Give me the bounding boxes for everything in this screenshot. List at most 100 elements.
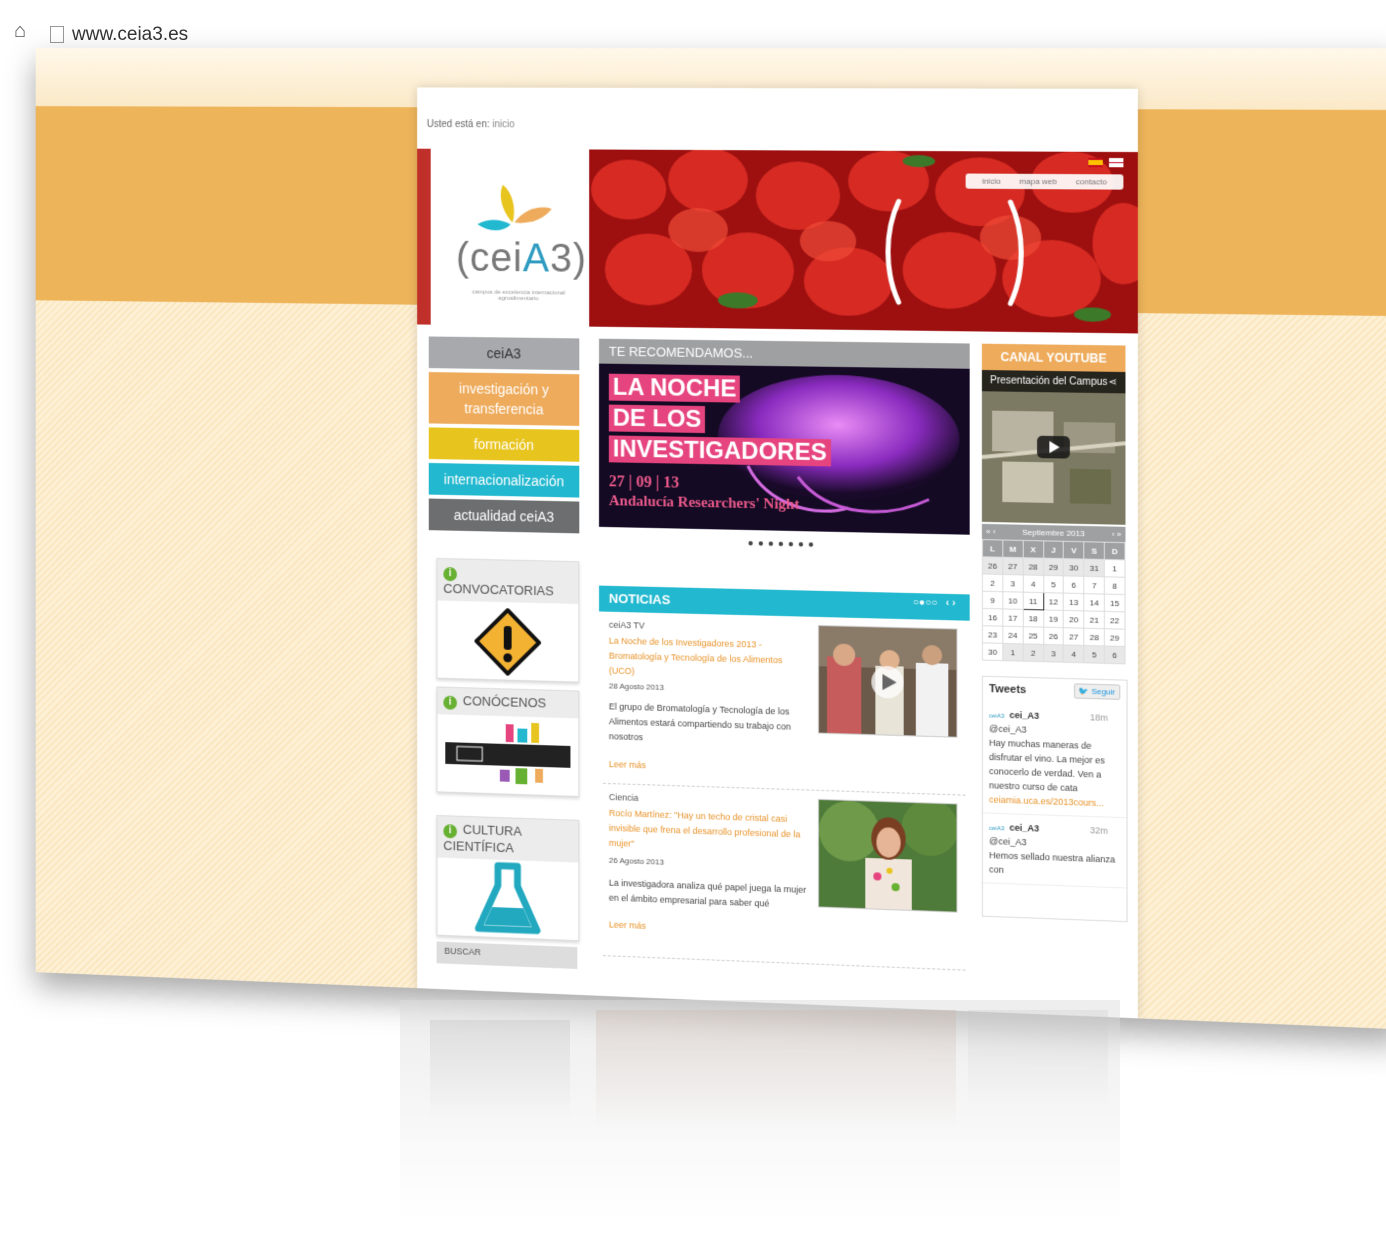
- tweet-author[interactable]: cei_A3: [1009, 822, 1039, 833]
- news-category: ceiA3 TV: [608, 619, 645, 631]
- calendar-day[interactable]: 30: [982, 642, 1003, 661]
- calendar-day[interactable]: 24: [1002, 626, 1023, 644]
- uk-flag-icon[interactable]: [1108, 158, 1124, 168]
- calendar-day[interactable]: 23: [982, 625, 1003, 644]
- calendar-day[interactable]: 5: [1083, 645, 1105, 664]
- news-date: 26 Agosto 2013: [608, 855, 664, 867]
- cultura-widget[interactable]: i CULTURA CIENTÍFICA: [436, 814, 580, 942]
- news-video-thumb[interactable]: [817, 624, 958, 738]
- convocatorias-title: CONVOCATORIAS: [443, 580, 554, 599]
- calendar-day[interactable]: 5: [1043, 575, 1064, 594]
- nav-ceia3[interactable]: ceiA3: [428, 336, 580, 371]
- calendar-day[interactable]: 20: [1063, 610, 1084, 629]
- calendar-day[interactable]: 22: [1104, 611, 1125, 630]
- news-title-link[interactable]: Rocío Martínez: "Hay un techo de cristal…: [609, 806, 808, 858]
- calendar-day[interactable]: 28: [1022, 557, 1044, 576]
- carousel-dots[interactable]: ●●●●●●●: [599, 535, 970, 554]
- nav-formacion[interactable]: formación: [428, 427, 580, 462]
- calendar-day[interactable]: 12: [1043, 592, 1064, 611]
- calendar-day[interactable]: 21: [1083, 610, 1105, 629]
- twitter-widget: Tweets 🐦 Seguir ceiA3 cei_A3 18m @cei_A3 …: [981, 675, 1128, 923]
- calendar-day[interactable]: 15: [1104, 594, 1125, 612]
- nav-investigacion[interactable]: investigación y transferencia: [428, 372, 580, 426]
- calendar-day[interactable]: 2: [1022, 643, 1044, 662]
- news-date: 28 Agosto 2013: [608, 681, 664, 692]
- tweet-link[interactable]: ceiamia.uca.es/2013cours...: [989, 794, 1104, 808]
- calendar-day[interactable]: 14: [1083, 593, 1105, 612]
- calendar-day[interactable]: 17: [1002, 608, 1023, 627]
- convocatorias-widget[interactable]: iCONVOCATORIAS: [436, 557, 580, 683]
- next-month-icon[interactable]: › »: [1112, 530, 1122, 539]
- calendar-day[interactable]: 13: [1063, 593, 1084, 611]
- info-icon: i: [443, 695, 457, 710]
- topnav-mapa-web[interactable]: mapa web: [1019, 177, 1057, 186]
- info-icon: i: [443, 567, 457, 582]
- logo-text: (ceiA3): [455, 235, 587, 281]
- calendar-day[interactable]: 7: [1083, 576, 1105, 595]
- calendar-day[interactable]: 25: [1022, 626, 1044, 645]
- calendar-day[interactable]: 29: [1104, 628, 1125, 647]
- calendar-day[interactable]: 4: [1063, 644, 1084, 663]
- calendar-day[interactable]: 19: [1043, 609, 1064, 628]
- browser-viewport: Usted está en: inicio (ceiA3) campus de …: [35, 47, 1386, 1030]
- play-icon[interactable]: [1037, 435, 1070, 459]
- calendar-day[interactable]: 1: [1002, 643, 1023, 662]
- nav-actualidad[interactable]: actualidad ceiA3: [428, 498, 580, 534]
- calendar-day[interactable]: 29: [1043, 558, 1064, 576]
- calendar-day[interactable]: 9: [982, 591, 1003, 609]
- calendar-day[interactable]: 16: [982, 608, 1003, 627]
- news-desc: El grupo de Bromatología y Tecnología de…: [608, 701, 791, 743]
- tweet-author[interactable]: cei_A3: [1009, 710, 1039, 721]
- twitter-bird-icon: 🐦: [1078, 686, 1090, 696]
- prev-month-icon[interactable]: « ‹: [986, 527, 996, 536]
- calendar-day[interactable]: 4: [1022, 574, 1044, 593]
- site-page: Usted está en: inicio (ceiA3) campus de …: [417, 87, 1138, 1019]
- left-nav: ceiA3 investigación y transferencia form…: [428, 336, 580, 537]
- calendar-day[interactable]: 1: [1104, 559, 1125, 578]
- topnav-contacto[interactable]: contacto: [1076, 177, 1107, 186]
- breadcrumb-current[interactable]: inicio: [492, 119, 514, 130]
- calendar-day[interactable]: 27: [1002, 557, 1023, 575]
- youtube-player[interactable]: Presentación del Campus ⋖: [981, 369, 1126, 525]
- calendar-day[interactable]: 18: [1022, 609, 1044, 628]
- calendar-day[interactable]: 6: [1104, 645, 1125, 664]
- youtube-widget: CANAL YOUTUBE Presentación del Campus ⋖: [981, 343, 1126, 525]
- calendar-day[interactable]: 30: [1063, 558, 1084, 577]
- recommend-banner[interactable]: LA NOCHE DE LOS INVESTIGADORES 27 | 09 |…: [599, 363, 970, 535]
- read-more-link[interactable]: Leer más: [609, 759, 646, 770]
- nav-internacionalizacion[interactable]: internacionalización: [428, 462, 580, 498]
- calendar-day[interactable]: 31: [1083, 559, 1105, 577]
- conocenos-widget[interactable]: i CONÓCENOS: [436, 686, 580, 797]
- share-icon[interactable]: ⋖: [1109, 377, 1118, 388]
- page-reflection: [400, 1000, 1120, 1220]
- url-text[interactable]: www.ceia3.es: [72, 24, 188, 46]
- calendar-day[interactable]: 10: [1002, 591, 1023, 610]
- news-photo[interactable]: [817, 798, 958, 913]
- follow-button[interactable]: 🐦 Seguir: [1073, 683, 1121, 700]
- logo[interactable]: (ceiA3) campus de excelencia internacion…: [417, 148, 590, 327]
- read-more-link[interactable]: Leer más: [609, 919, 646, 930]
- search-widget[interactable]: BUSCAR: [436, 941, 578, 969]
- calendar-day[interactable]: 28: [1083, 628, 1105, 646]
- calendar-day[interactable]: 3: [1043, 644, 1064, 663]
- calendar-day[interactable]: 2: [982, 573, 1003, 592]
- calendar-day[interactable]: 26: [1043, 627, 1064, 645]
- calendar-day[interactable]: 8: [1104, 576, 1125, 595]
- tweet-time: 32m: [1089, 825, 1108, 836]
- spain-flag-icon[interactable]: [1088, 157, 1104, 168]
- home-icon[interactable]: ⌂: [14, 20, 26, 43]
- calendar-day[interactable]: 26: [982, 556, 1003, 575]
- calendar-header: « ‹ Septiembre 2013 › »: [981, 523, 1126, 543]
- topnav-inicio[interactable]: inicio: [982, 177, 1001, 186]
- news-pager[interactable]: ○●○○ ‹ ›: [913, 597, 956, 609]
- calendar-day[interactable]: 6: [1063, 575, 1084, 594]
- calendar-day[interactable]: 27: [1063, 627, 1084, 646]
- woman-photo: [818, 798, 958, 912]
- calendar-day[interactable]: 3: [1002, 574, 1023, 593]
- warning-icon: [438, 601, 579, 682]
- calendar-day-today[interactable]: 11: [1022, 592, 1044, 610]
- tweet-handle: @cei_A3: [989, 723, 1027, 735]
- conocenos-image: [445, 722, 571, 785]
- news-title-link[interactable]: La Noche de los Investigadores 2013 - Br…: [609, 634, 808, 684]
- recommend-title: LA NOCHE DE LOS INVESTIGADORES: [608, 372, 831, 469]
